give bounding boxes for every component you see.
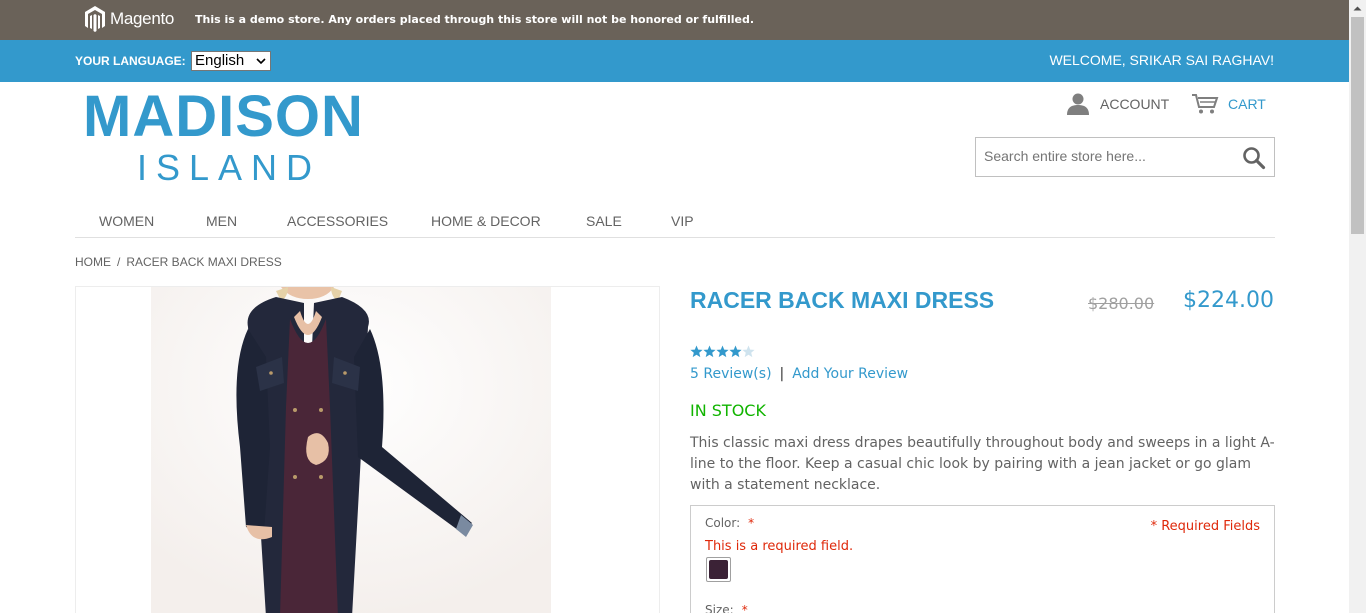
demo-notice-text: This is a demo store. Any orders placed … (195, 13, 755, 26)
language-bar: YOUR LANGUAGE: English WELCOME, SRIKAR S… (0, 40, 1349, 82)
special-price: $224.00 (1183, 288, 1274, 313)
main-navigation: WOMEN MEN ACCESSORIES HOME & DECOR SALE … (75, 205, 1275, 238)
product-photo (151, 287, 551, 613)
nav-item-accessories[interactable]: ACCESSORIES (287, 213, 388, 229)
stock-status: IN STOCK (690, 401, 766, 420)
magento-brand-text: Magento (110, 9, 175, 28)
scroll-up-arrow-icon[interactable] (1349, 0, 1366, 17)
search-input[interactable] (984, 148, 1224, 164)
breadcrumb-home[interactable]: HOME (75, 255, 111, 269)
user-icon (1067, 93, 1089, 115)
reviews-separator: | (779, 366, 785, 382)
star-filled-icon (690, 345, 703, 358)
language-label: YOUR LANGUAGE: (75, 54, 186, 68)
size-option-label: Size: * (705, 603, 748, 613)
star-filled-icon (729, 345, 742, 358)
size-label-text: Size: (705, 603, 734, 613)
color-swatch[interactable] (706, 557, 731, 582)
cart-label: CART (1228, 96, 1266, 112)
nav-item-home-decor[interactable]: HOME & DECOR (431, 213, 541, 229)
product-title: RACER BACK MAXI DRESS (690, 287, 995, 313)
reviews-count-link[interactable]: 5 Review(s) (690, 366, 772, 382)
demo-notice-bar: Magento This is a demo store. Any orders… (0, 0, 1349, 40)
required-star: * (741, 603, 748, 613)
add-review-link[interactable]: Add Your Review (792, 366, 908, 382)
cart-link[interactable]: CART (1191, 92, 1266, 116)
account-link[interactable]: ACCOUNT (1066, 92, 1169, 116)
breadcrumb: HOME / RACER BACK MAXI DRESS (75, 255, 282, 269)
product-options: Color: * * Required Fields This is a requ… (690, 505, 1275, 613)
nav-item-men[interactable]: MEN (206, 213, 237, 229)
star-filled-icon (716, 345, 729, 358)
required-star: * (748, 516, 755, 530)
logo-madison-text: MADISON (83, 84, 364, 149)
nav-item-sale[interactable]: SALE (586, 213, 622, 229)
language-select-value: English (195, 52, 245, 69)
search-box (975, 137, 1275, 177)
nav-item-women[interactable]: WOMEN (99, 213, 154, 229)
star-filled-icon (703, 345, 716, 358)
scrollbar-thumb[interactable] (1351, 17, 1364, 234)
product-image[interactable] (75, 286, 660, 613)
old-price: $280.00 (1088, 294, 1155, 313)
rating-stars (690, 345, 755, 359)
account-label: ACCOUNT (1100, 96, 1170, 112)
logo-island-text: ISLAND (137, 147, 322, 188)
reviews-links: 5 Review(s) | Add Your Review (690, 366, 908, 382)
welcome-message: WELCOME, SRIKAR SAI RAGHAV! (1049, 52, 1274, 68)
product-description: This classic maxi dress drapes beautiful… (690, 435, 1275, 493)
chevron-down-icon (256, 58, 266, 65)
store-logo[interactable]: MADISON ISLAND (83, 83, 363, 188)
cart-icon (1192, 94, 1219, 114)
magento-icon (85, 6, 105, 32)
nav-item-vip[interactable]: VIP (671, 213, 694, 229)
breadcrumb-separator: / (117, 255, 121, 269)
search-icon[interactable] (1242, 146, 1266, 170)
color-error-message: This is a required field. (705, 539, 854, 554)
breadcrumb-current: RACER BACK MAXI DRESS (126, 255, 282, 269)
star-empty-icon (742, 345, 755, 358)
color-label-text: Color: (705, 516, 741, 530)
color-swatch-fill (709, 560, 728, 579)
color-option-label: Color: * (705, 516, 754, 530)
magento-logo: Magento (84, 4, 174, 34)
required-fields-note: * Required Fields (1150, 519, 1260, 534)
language-select[interactable]: English (191, 51, 271, 71)
page-scrollbar[interactable] (1349, 0, 1366, 613)
